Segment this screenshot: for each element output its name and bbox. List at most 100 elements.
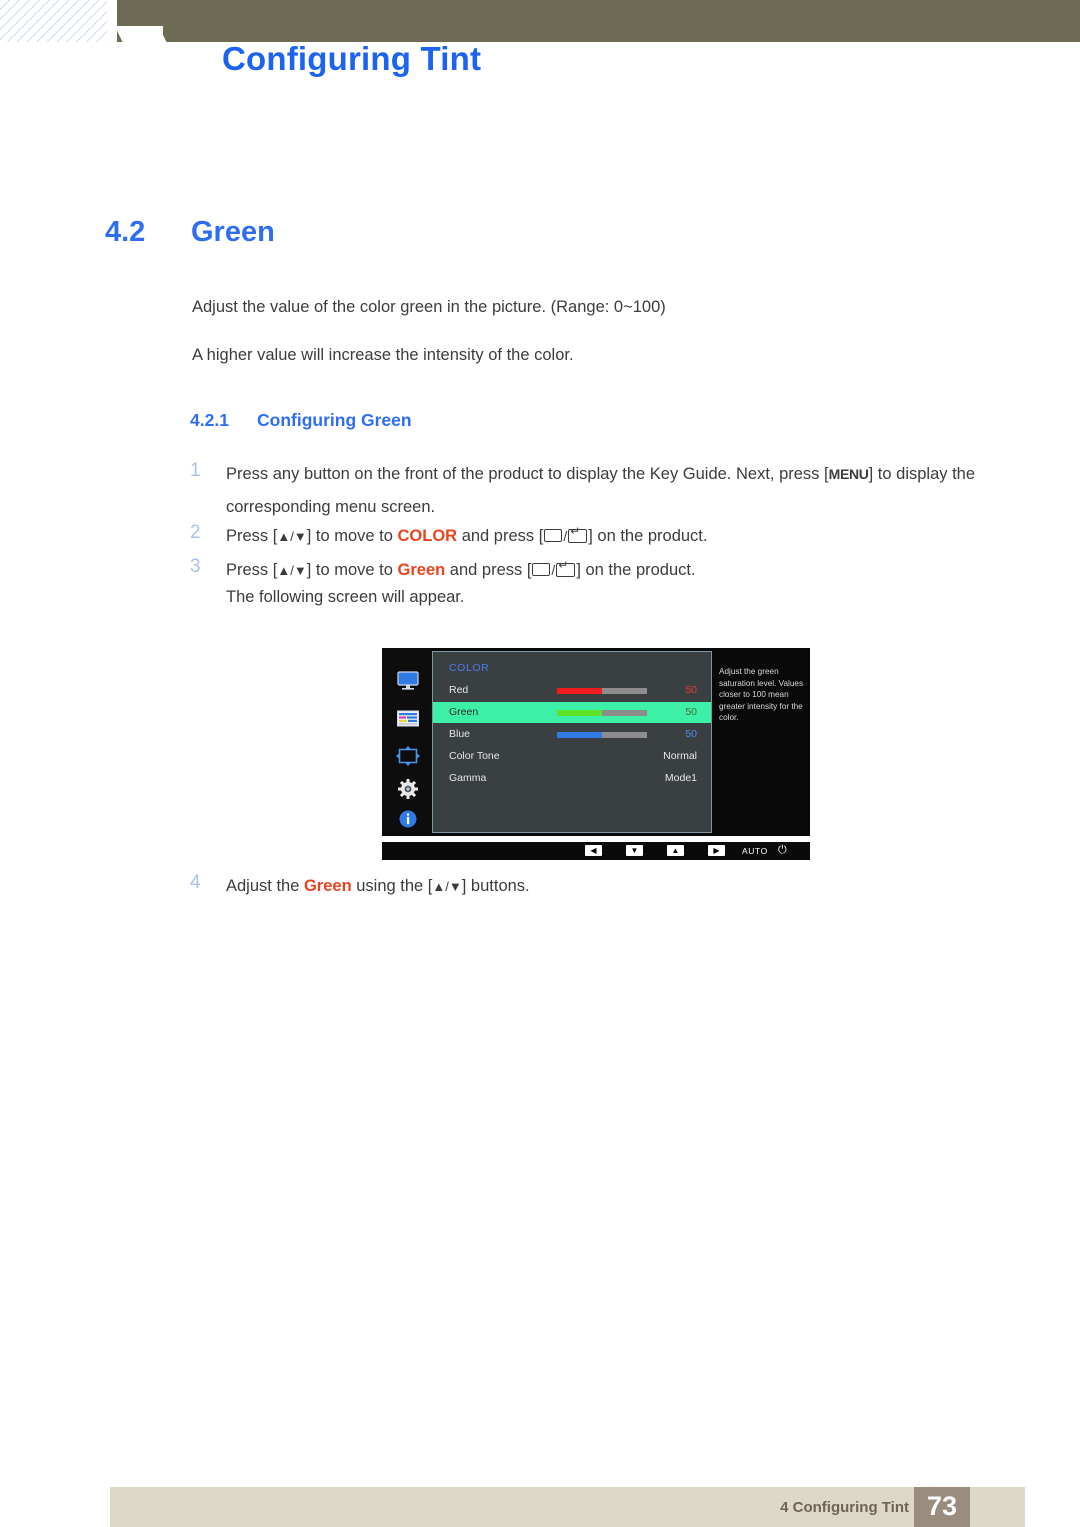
step-number: 2	[190, 522, 201, 543]
osd-menu-panel: COLOR Red 50 Green 50 Blue 50 Color Tone…	[432, 651, 712, 833]
osd-screenshot: COLOR Red 50 Green 50 Blue 50 Color Tone…	[382, 648, 810, 860]
osd-screen: COLOR Red 50 Green 50 Blue 50 Color Tone…	[382, 648, 810, 836]
osd-left-button[interactable]: ◀	[585, 845, 602, 856]
step-text-part: ] to move to	[306, 561, 398, 579]
section-title: Green	[191, 216, 275, 248]
page-header: Configuring Tint	[0, 0, 1080, 130]
osd-row-label: Blue	[449, 728, 471, 740]
left-arrow-icon: ◀	[585, 845, 602, 856]
up-arrow-icon: ▲	[667, 845, 684, 856]
osd-auto-button[interactable]: AUTO	[742, 846, 768, 856]
osd-slider-fill	[557, 688, 602, 694]
information-icon	[395, 808, 421, 830]
osd-row-value: Mode1	[664, 772, 697, 784]
page-number-box: 73	[914, 1487, 970, 1527]
osd-row-value: 50	[685, 706, 697, 718]
slash-separator: /	[563, 528, 568, 544]
step-text: Press any button on the front of the pro…	[226, 458, 1016, 524]
section-number: 4.2	[105, 216, 146, 248]
osd-row-blue[interactable]: Blue 50	[433, 724, 711, 745]
page-number: 73	[926, 1491, 958, 1521]
up-down-arrow-icon: ▲/▼	[277, 563, 307, 578]
step-item: 2 Press [▲/▼] to move to COLOR and press…	[190, 520, 707, 553]
chapter-numeral-stem	[147, 26, 163, 42]
chapter-number-graphic	[117, 0, 237, 42]
osd-row-label: Color Tone	[449, 750, 500, 762]
source-key-icon	[544, 529, 563, 542]
step-text-part: Press any button on the front of the pro…	[226, 465, 829, 483]
right-arrow-icon: ▶	[708, 845, 725, 856]
step-text-part: ] on the product.	[576, 561, 696, 579]
step-text: Press [▲/▼] to move to COLOR and press […	[226, 520, 707, 553]
osd-row-label: Green	[449, 706, 479, 718]
osd-help-text: Adjust the green saturation level. Value…	[719, 667, 804, 722]
osd-slider-fill	[557, 732, 602, 738]
menu-key-label: MENU	[828, 466, 869, 482]
decorative-hatch-pattern	[0, 0, 107, 42]
step-text-part: Press [	[226, 527, 278, 545]
osd-icon-sidebar	[382, 648, 432, 836]
page-footer: 4 Configuring Tint 73	[110, 1487, 1025, 1527]
osd-row-color-tone[interactable]: Color Tone Normal	[433, 746, 711, 767]
step-number: 3	[190, 556, 201, 577]
source-key-icon	[532, 563, 551, 576]
size-position-icon	[395, 745, 421, 767]
enter-key-icon	[556, 559, 576, 577]
step-text-part: Adjust the	[226, 877, 304, 895]
subsection-number: 4.2.1	[190, 410, 229, 430]
step-text-part: Press [	[226, 561, 278, 579]
osd-row-value: Normal	[663, 750, 697, 762]
display-icon	[395, 670, 421, 692]
step-item: 3 Press [▲/▼] to move to Green and press…	[190, 554, 696, 587]
enter-key-icon	[568, 525, 588, 543]
subsection-heading: 4.2.1 Configuring Green	[190, 410, 412, 431]
osd-button-bar: ◀ ▼ ▲ ▶ AUTO ⏻	[382, 842, 810, 860]
step-text-part: and press [	[457, 527, 544, 545]
power-icon[interactable]: ⏻	[778, 844, 787, 857]
down-arrow-icon: ▼	[626, 845, 643, 856]
osd-row-label: Red	[449, 684, 469, 696]
osd-menu-title: COLOR	[449, 662, 490, 674]
osd-slider-blue[interactable]	[557, 732, 647, 738]
osd-slider-fill	[557, 710, 602, 716]
step-text-part: ] buttons.	[461, 877, 530, 895]
up-down-arrow-icon: ▲/▼	[277, 529, 307, 544]
osd-row-green[interactable]: Green 50	[433, 702, 711, 723]
osd-row-value: 50	[685, 728, 697, 740]
osd-slider-red[interactable]	[557, 688, 647, 694]
step-text-part: using the [	[351, 877, 433, 895]
step-number: 1	[190, 460, 201, 481]
osd-help-panel: Adjust the green saturation level. Value…	[712, 648, 810, 836]
step-item: 1 Press any button on the front of the p…	[190, 458, 1016, 524]
step-text: Adjust the Green using the [▲/▼] buttons…	[226, 870, 530, 903]
step-item: 4 Adjust the Green using the [▲/▼] butto…	[190, 870, 530, 903]
step-keyword: Green	[397, 561, 446, 579]
osd-down-button[interactable]: ▼	[626, 845, 643, 856]
step-keyword: COLOR	[397, 527, 458, 545]
osd-row-gamma[interactable]: Gamma Mode1	[433, 768, 711, 789]
step-keyword: Green	[303, 877, 352, 895]
slash-separator: /	[551, 562, 556, 578]
up-down-arrow-icon: ▲/▼	[432, 879, 462, 894]
section-paragraph-intensity: A higher value will increase the intensi…	[192, 346, 574, 364]
osd-right-button[interactable]: ▶	[708, 845, 725, 856]
osd-up-button[interactable]: ▲	[667, 845, 684, 856]
section-heading: 4.2 Green	[105, 216, 275, 249]
step-followup-text: The following screen will appear.	[226, 588, 465, 606]
color-icon	[395, 708, 421, 730]
step-text-part: ] on the product.	[588, 527, 708, 545]
osd-row-value: 50	[685, 684, 697, 696]
setup-and-reset-icon	[395, 778, 421, 800]
osd-slider-green[interactable]	[557, 710, 647, 716]
header-olive-bar	[117, 0, 1080, 42]
osd-row-red[interactable]: Red 50	[433, 680, 711, 701]
footer-chapter-label: 4 Configuring Tint	[780, 1499, 909, 1516]
step-text-part: ] to move to	[306, 527, 398, 545]
subsection-title: Configuring Green	[257, 410, 412, 430]
page-title: Configuring Tint	[222, 40, 482, 77]
osd-row-label: Gamma	[449, 772, 487, 784]
step-text-part: and press [	[445, 561, 532, 579]
section-paragraph-range: Adjust the value of the color green in t…	[192, 298, 666, 316]
step-number: 4	[190, 872, 201, 893]
step-text: Press [▲/▼] to move to Green and press […	[226, 554, 696, 587]
